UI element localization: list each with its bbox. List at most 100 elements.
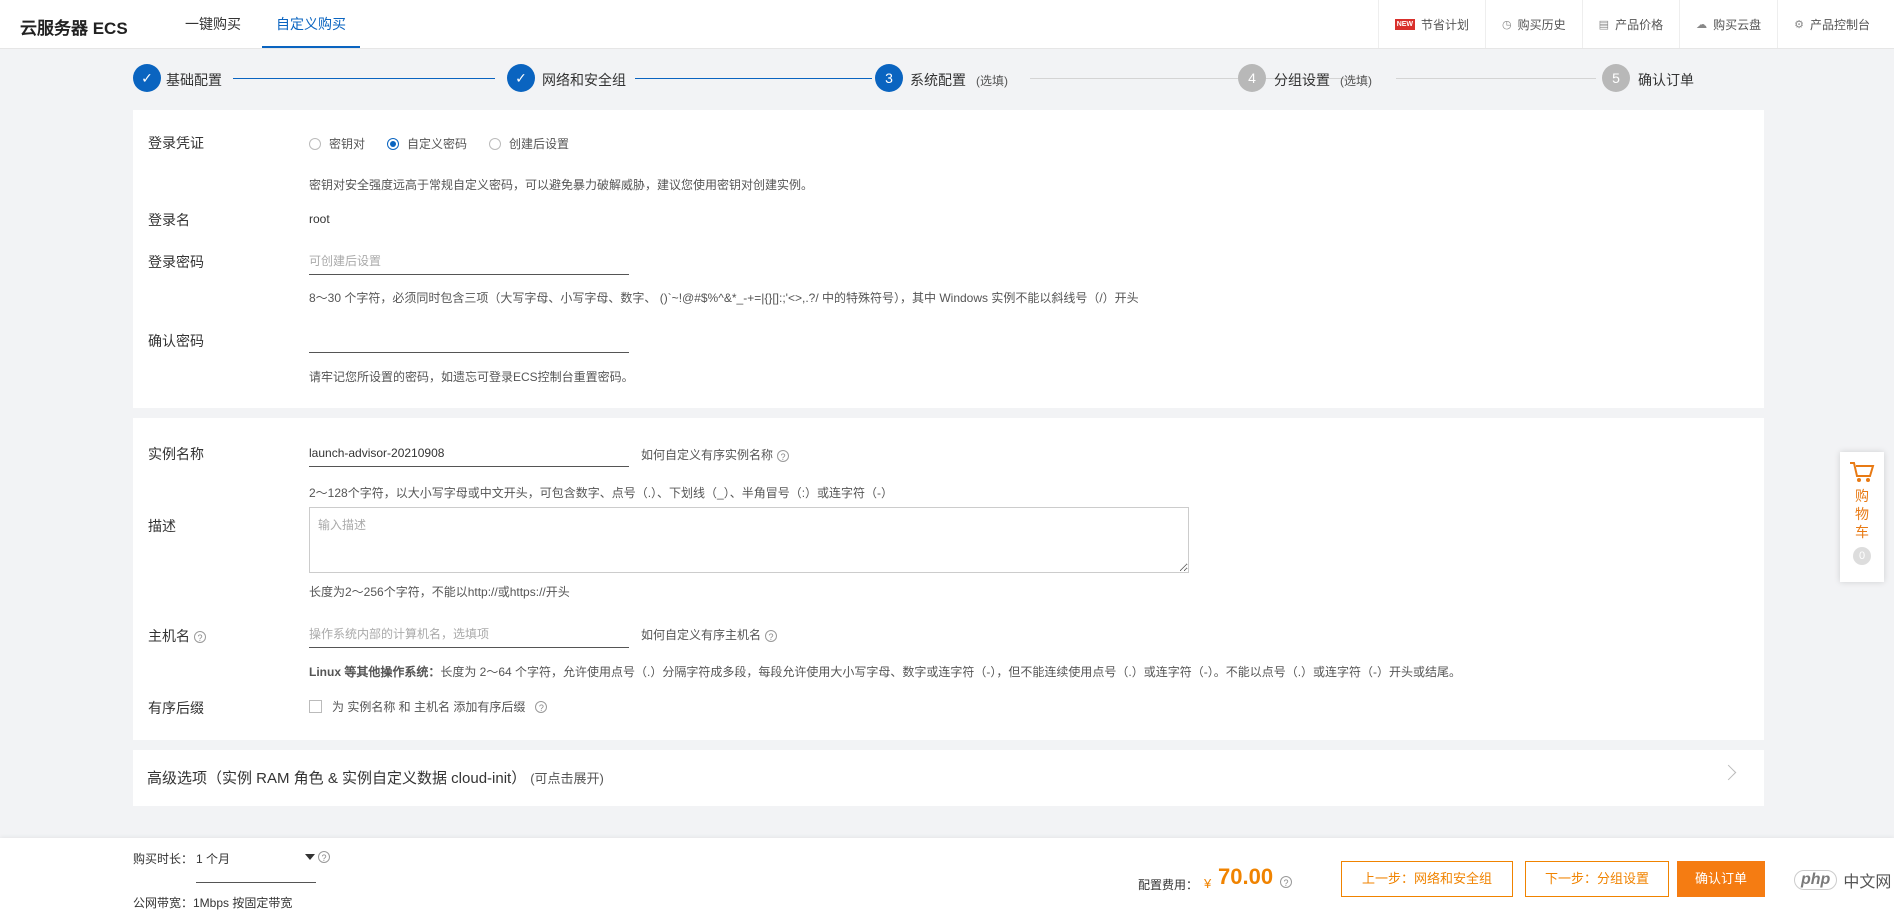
step-3-number: 3 <box>875 64 903 92</box>
bandwidth-label: 公网带宽： <box>133 896 194 910</box>
radio-custom-password-label: 自定义密码 <box>407 137 468 151</box>
radio-keypair[interactable]: 密钥对 <box>309 135 365 152</box>
step-2-check-icon: ✓ <box>507 64 535 92</box>
suffix-label: 有序后缀 <box>148 700 204 716</box>
description-hint: 长度为2～256个字符，不能以http://或https://开头 <box>309 585 570 599</box>
step-3-label: 系统配置 (选填) <box>910 70 1008 90</box>
radio-set-later-label: 创建后设置 <box>509 137 570 151</box>
login-card: 登录凭证 密钥对 自定义密码 创建后设置 密钥对安全强度远高于常规自定义密码，可… <box>133 110 1764 408</box>
gear-icon: ⚙ <box>1794 18 1804 31</box>
bandwidth-value: 1Mbps 按固定带宽 <box>193 896 293 910</box>
question-icon[interactable]: ? <box>194 631 206 644</box>
purchase-history-label: 购买历史 <box>1517 17 1566 32</box>
console-link[interactable]: ⚙ 产品控制台 <box>1777 0 1894 48</box>
watermark: php 中文网 <box>1794 868 1891 892</box>
step-5-label: 确认订单 <box>1638 72 1694 88</box>
radio-set-later[interactable]: 创建后设置 <box>489 135 569 152</box>
question-icon: ? <box>318 851 330 863</box>
duration-select[interactable]: 1 个月 <box>196 850 230 867</box>
document-icon: ▤ <box>1598 18 1610 31</box>
credential-radio-group: 密钥对 自定义密码 创建后设置 <box>309 135 591 152</box>
dropdown-caret-icon[interactable] <box>305 854 315 860</box>
product-price-label: 产品价格 <box>1615 17 1664 32</box>
step-3-optional: (选填) <box>976 74 1008 88</box>
brand-title: 云服务器 ECS <box>20 19 128 38</box>
confirm-password-input[interactable] <box>309 332 629 353</box>
password-label: 登录密码 <box>148 254 204 270</box>
next-step-button[interactable]: 下一步：分组设置 <box>1525 861 1669 897</box>
radio-keypair-label: 密钥对 <box>329 137 366 151</box>
advanced-options-panel[interactable]: 高级选项（实例 RAM 角色 & 实例自定义数据 cloud-init） (可点击… <box>133 750 1764 806</box>
suffix-checkbox-label: 为 实例名称 和 主机名 添加有序后缀 <box>332 700 526 714</box>
instance-name-label: 实例名称 <box>148 446 204 462</box>
cloud-icon: ☁ <box>1696 18 1708 31</box>
question-icon: ? <box>765 629 778 642</box>
cart-widget[interactable]: 购 物 车 0 <box>1840 452 1884 582</box>
hostname-hint: Linux 等其他操作系统：长度为 2～64 个字符，允许使用点号（.）分隔字符… <box>309 663 1461 680</box>
price-value: 70.00 <box>1218 864 1274 889</box>
step-1-label: 基础配置 <box>166 72 222 88</box>
question-icon: ? <box>777 449 790 462</box>
cart-label-1: 购 <box>1855 488 1869 504</box>
hostname-help-link[interactable]: 如何自定义有序主机名? <box>641 626 778 643</box>
step-4-number: 4 <box>1238 64 1266 92</box>
step-5-number: 5 <box>1602 64 1630 92</box>
instance-name-hint: 2～128个字符，以大小写字母或中文开头，可包含数字、点号（.）、下划线（_）、… <box>309 486 894 500</box>
tab-custom-buy[interactable]: 自定义购买 <box>262 0 360 48</box>
product-price-link[interactable]: ▤ 产品价格 <box>1581 0 1679 48</box>
cart-label-2: 物 <box>1855 506 1869 522</box>
description-textarea[interactable] <box>309 507 1189 573</box>
savings-plan-label: 节省计划 <box>1421 17 1470 32</box>
confirm-order-button[interactable]: 确认订单 <box>1677 861 1765 897</box>
suffix-checkbox-row[interactable]: 为 实例名称 和 主机名 添加有序后缀? <box>309 698 548 715</box>
suffix-checkbox[interactable] <box>309 700 322 713</box>
credential-label: 登录凭证 <box>148 135 204 151</box>
purchase-history-link[interactable]: ◷ 购买历史 <box>1485 0 1582 48</box>
watermark-logo: php <box>1794 870 1838 890</box>
price-label: 配置费用： <box>1138 878 1199 892</box>
radio-custom-password[interactable]: 自定义密码 <box>387 135 467 152</box>
step-4-label: 分组设置 (选填) <box>1274 70 1372 90</box>
instance-name-help-text: 如何自定义有序实例名称 <box>641 448 774 462</box>
advanced-options-title: 高级选项（实例 RAM 角色 & 实例自定义数据 cloud-init） (可点击… <box>147 767 604 788</box>
step-line-2 <box>635 78 872 79</box>
instance-name-input[interactable] <box>309 446 629 467</box>
question-icon: ? <box>535 700 548 713</box>
hostname-hint-text: 长度为 2～64 个字符，允许使用点号（.）分隔字符成多段，每段允许使用大小写字… <box>440 665 1462 679</box>
credential-hint: 密钥对安全强度远高于常规自定义密码，可以避免暴力破解威胁，建议您使用密钥对创建实… <box>309 178 814 192</box>
buy-disk-link[interactable]: ☁ 购买云盘 <box>1679 0 1777 48</box>
savings-plan-link[interactable]: NEW 节省计划 <box>1377 0 1485 48</box>
console-label: 产品控制台 <box>1809 17 1870 32</box>
price-currency: ¥ <box>1204 876 1212 891</box>
hostname-input[interactable] <box>309 627 629 648</box>
password-input[interactable] <box>309 254 629 275</box>
radio-circle <box>489 137 502 150</box>
username-label: 登录名 <box>148 212 190 228</box>
top-bar: 云服务器 ECS 一键购买 自定义购买 NEW 节省计划 ◷ 购买历史 ▤ 产品价格 … <box>0 0 1894 49</box>
step-line-1 <box>233 78 495 79</box>
step-1-check-icon: ✓ <box>133 64 161 92</box>
prev-step-button[interactable]: 上一步：网络和安全组 <box>1341 861 1513 897</box>
question-icon: ? <box>1280 876 1292 888</box>
step-line-4 <box>1396 78 1596 79</box>
cart-icon <box>1850 462 1875 482</box>
new-badge: NEW <box>1394 18 1416 30</box>
cart-count-badge: 0 <box>1853 547 1871 565</box>
advanced-expand-hint: (可点击展开) <box>530 771 604 786</box>
hostname-label-wrap: 主机名? <box>148 626 206 646</box>
radio-circle-selected <box>387 137 400 150</box>
duration-select-underline <box>196 882 316 883</box>
instance-name-help-link[interactable]: 如何自定义有序实例名称? <box>641 446 790 463</box>
hostname-label: 主机名 <box>148 628 190 644</box>
watermark-text: 中文网 <box>1843 874 1892 891</box>
cart-label-3: 车 <box>1855 524 1869 540</box>
buy-disk-label: 购买云盘 <box>1713 17 1762 32</box>
tab-quick-buy[interactable]: 一键购买 <box>185 0 241 48</box>
chevron-right-icon <box>1720 764 1737 781</box>
clock-icon: ◷ <box>1502 18 1512 31</box>
confirm-password-label: 确认密码 <box>148 333 204 349</box>
description-label: 描述 <box>148 518 176 534</box>
hostname-help-text: 如何自定义有序主机名 <box>641 628 762 642</box>
step-2-label: 网络和安全组 <box>542 72 626 88</box>
advanced-title-text: 高级选项（实例 RAM 角色 & 实例自定义数据 cloud-init） <box>147 770 527 787</box>
